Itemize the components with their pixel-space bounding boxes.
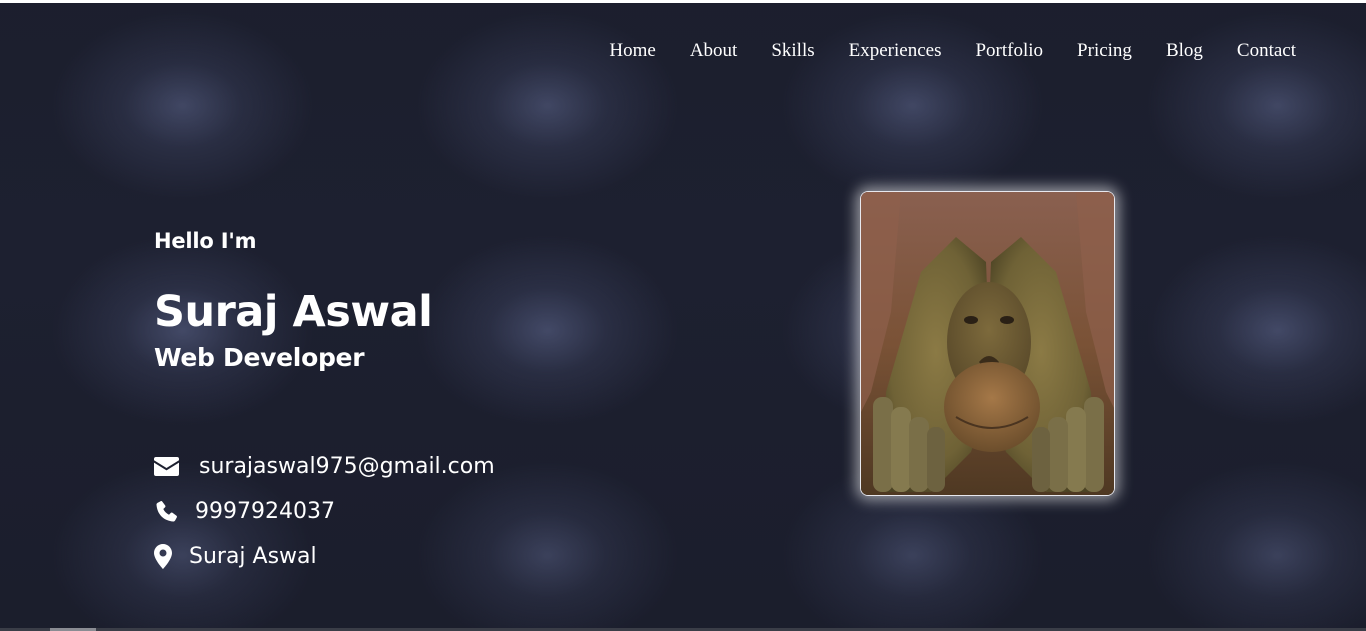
location-text: Suraj Aswal	[189, 544, 317, 570]
hero-section: Home About Skills Experiences Portfolio …	[0, 0, 1366, 631]
nav-pricing[interactable]: Pricing	[1077, 40, 1132, 62]
greeting-text: Hello I'm	[154, 229, 257, 253]
main-nav: Home About Skills Experiences Portfolio …	[609, 40, 1296, 62]
nav-blog[interactable]: Blog	[1166, 40, 1203, 62]
orangutan-photo	[861, 192, 1114, 495]
nav-home[interactable]: Home	[609, 40, 655, 62]
contact-location[interactable]: Suraj Aswal	[154, 534, 495, 579]
contact-phone[interactable]: 9997924037	[154, 489, 495, 534]
nav-portfolio[interactable]: Portfolio	[975, 40, 1043, 62]
contact-email[interactable]: surajaswal975@gmail.com	[154, 444, 495, 489]
contact-list: surajaswal975@gmail.com 9997924037 Suraj…	[154, 444, 495, 579]
nav-experiences[interactable]: Experiences	[849, 40, 942, 62]
hero-name: Suraj Aswal	[154, 287, 433, 337]
hero-role: Web Developer	[154, 343, 365, 373]
hero-intro: Hello I'm Suraj Aswal Web Developer sura…	[154, 229, 495, 579]
nav-skills[interactable]: Skills	[771, 40, 814, 62]
phone-icon	[154, 500, 195, 524]
nav-contact[interactable]: Contact	[1237, 40, 1296, 62]
envelope-icon	[154, 457, 199, 477]
map-pin-icon	[154, 544, 189, 570]
email-text: surajaswal975@gmail.com	[199, 454, 495, 480]
nav-about[interactable]: About	[690, 40, 738, 62]
phone-text: 9997924037	[195, 499, 335, 525]
profile-photo	[860, 191, 1115, 496]
